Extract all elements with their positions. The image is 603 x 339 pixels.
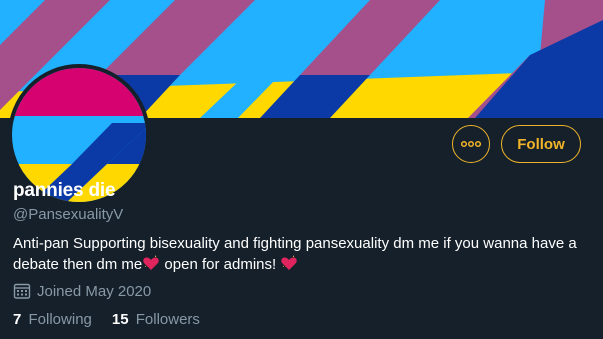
followers-link[interactable]: 15 Followers — [112, 311, 200, 328]
joined-text: Joined May 2020 — [37, 282, 152, 300]
sparkling-heart-icon — [142, 254, 160, 278]
more-horizontal-icon — [461, 140, 481, 148]
followers-count: 15 — [111, 311, 129, 328]
joined-date: Joined May 2020 — [13, 282, 151, 300]
follow-button[interactable]: Follow — [501, 125, 581, 163]
profile-handle: @PansexualityV — [13, 206, 124, 223]
follow-stats: 7 Following 15 Followers — [13, 311, 220, 328]
following-link[interactable]: 7 Following — [13, 311, 92, 328]
followers-label: Followers — [135, 311, 200, 328]
more-options-button[interactable] — [452, 125, 490, 163]
following-label: Following — [28, 311, 92, 328]
following-count: 7 — [13, 311, 22, 328]
sparkling-heart-icon — [280, 254, 298, 278]
profile-bio: Anti-pan Supporting bisexuality and figh… — [13, 234, 598, 278]
calendar-icon — [13, 283, 31, 299]
display-name: pannies die — [13, 180, 116, 201]
bio-text-part2: open for admins! — [160, 256, 281, 273]
